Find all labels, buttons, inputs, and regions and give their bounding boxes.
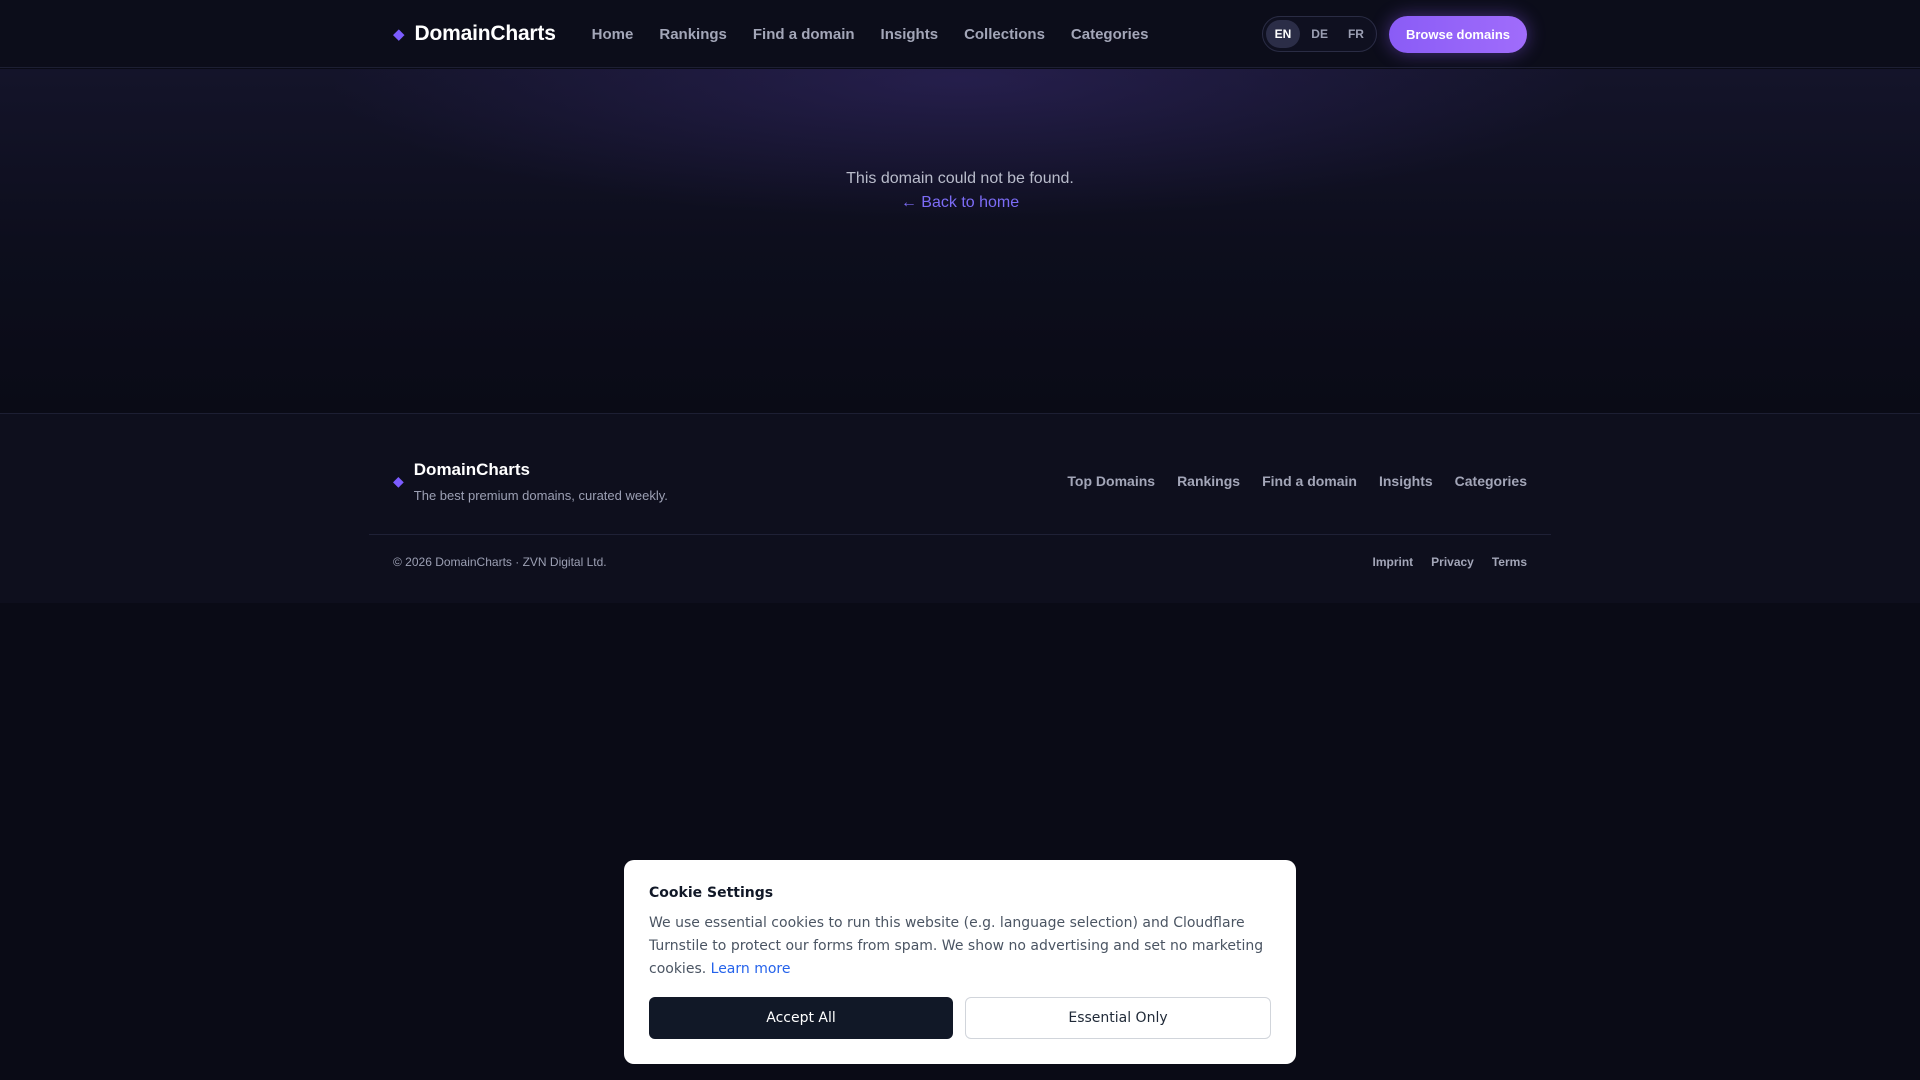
language-de-button[interactable]: DE — [1302, 20, 1337, 48]
site-header: ◆ DomainCharts Home Rankings Find a doma… — [0, 0, 1920, 68]
site-footer: ◆ DomainCharts The best premium domains,… — [0, 413, 1920, 603]
main-content: This domain could not be found. ← Back t… — [0, 69, 1920, 413]
nav-link-collections[interactable]: Collections — [964, 26, 1045, 43]
diamond-icon: ◆ — [393, 25, 405, 43]
legal-link-imprint[interactable]: Imprint — [1372, 555, 1413, 569]
not-found-message: This domain could not be found. — [846, 170, 1074, 187]
footer-link-rankings[interactable]: Rankings — [1177, 473, 1240, 489]
footer-brand-text: DomainCharts The best premium domains, c… — [414, 460, 668, 503]
footer-top: ◆ DomainCharts The best premium domains,… — [393, 460, 1527, 503]
footer-nav: Top Domains Rankings Find a domain Insig… — [1067, 473, 1527, 489]
essential-only-button[interactable]: Essential Only — [965, 997, 1271, 1039]
learn-more-link[interactable]: Learn more — [711, 961, 791, 977]
footer-link-categories[interactable]: Categories — [1455, 473, 1527, 489]
nav-link-rankings[interactable]: Rankings — [659, 26, 727, 43]
footer-brand: ◆ DomainCharts The best premium domains,… — [393, 460, 668, 503]
footer-link-insights[interactable]: Insights — [1379, 473, 1433, 489]
footer-link-top-domains[interactable]: Top Domains — [1067, 473, 1155, 489]
legal-link-terms[interactable]: Terms — [1492, 555, 1527, 569]
language-en-button[interactable]: EN — [1265, 20, 1301, 48]
footer-tagline: The best premium domains, curated weekly… — [413, 488, 668, 503]
footer-divider — [369, 534, 1551, 535]
legal-link-privacy[interactable]: Privacy — [1431, 555, 1474, 569]
back-to-home-link[interactable]: ← Back to home — [0, 194, 1920, 212]
footer-brand-name: DomainCharts — [413, 460, 530, 479]
copyright-text: © 2026 DomainCharts · ZVN Digital Ltd. — [393, 555, 607, 569]
browse-domains-button[interactable]: Browse domains — [1388, 15, 1527, 53]
nav-link-insights[interactable]: Insights — [881, 26, 939, 43]
page: ◆ DomainCharts Home Rankings Find a doma… — [0, 0, 1920, 1080]
nav-link-home[interactable]: Home — [592, 26, 634, 43]
main-nav: Home Rankings Find a domain Insights Col… — [592, 26, 1149, 43]
footer-bottom: © 2026 DomainCharts · ZVN Digital Ltd. I… — [393, 555, 1527, 575]
legal-links: Imprint Privacy Terms — [1372, 555, 1527, 569]
cookie-actions: Accept All Essential Only — [649, 997, 1271, 1039]
accept-all-button[interactable]: Accept All — [649, 997, 953, 1039]
header-inner: ◆ DomainCharts Home Rankings Find a doma… — [393, 0, 1527, 68]
language-fr-button[interactable]: FR — [1339, 20, 1373, 48]
header-actions: EN DE FR Browse domains — [1261, 15, 1527, 53]
nav-link-categories[interactable]: Categories — [1071, 26, 1149, 43]
language-switcher: EN DE FR — [1261, 16, 1377, 52]
cookie-dialog-text: We use essential cookies to run this web… — [649, 912, 1275, 981]
cookie-dialog-title: Cookie Settings — [649, 885, 774, 901]
brand-logo[interactable]: ◆ DomainCharts — [393, 22, 556, 46]
footer-link-find-a-domain[interactable]: Find a domain — [1262, 473, 1357, 489]
brand-name: DomainCharts — [414, 22, 556, 45]
diamond-icon: ◆ — [393, 473, 404, 489]
nav-link-find-a-domain[interactable]: Find a domain — [753, 26, 855, 43]
cookie-dialog: Cookie Settings We use essential cookies… — [624, 860, 1296, 1064]
